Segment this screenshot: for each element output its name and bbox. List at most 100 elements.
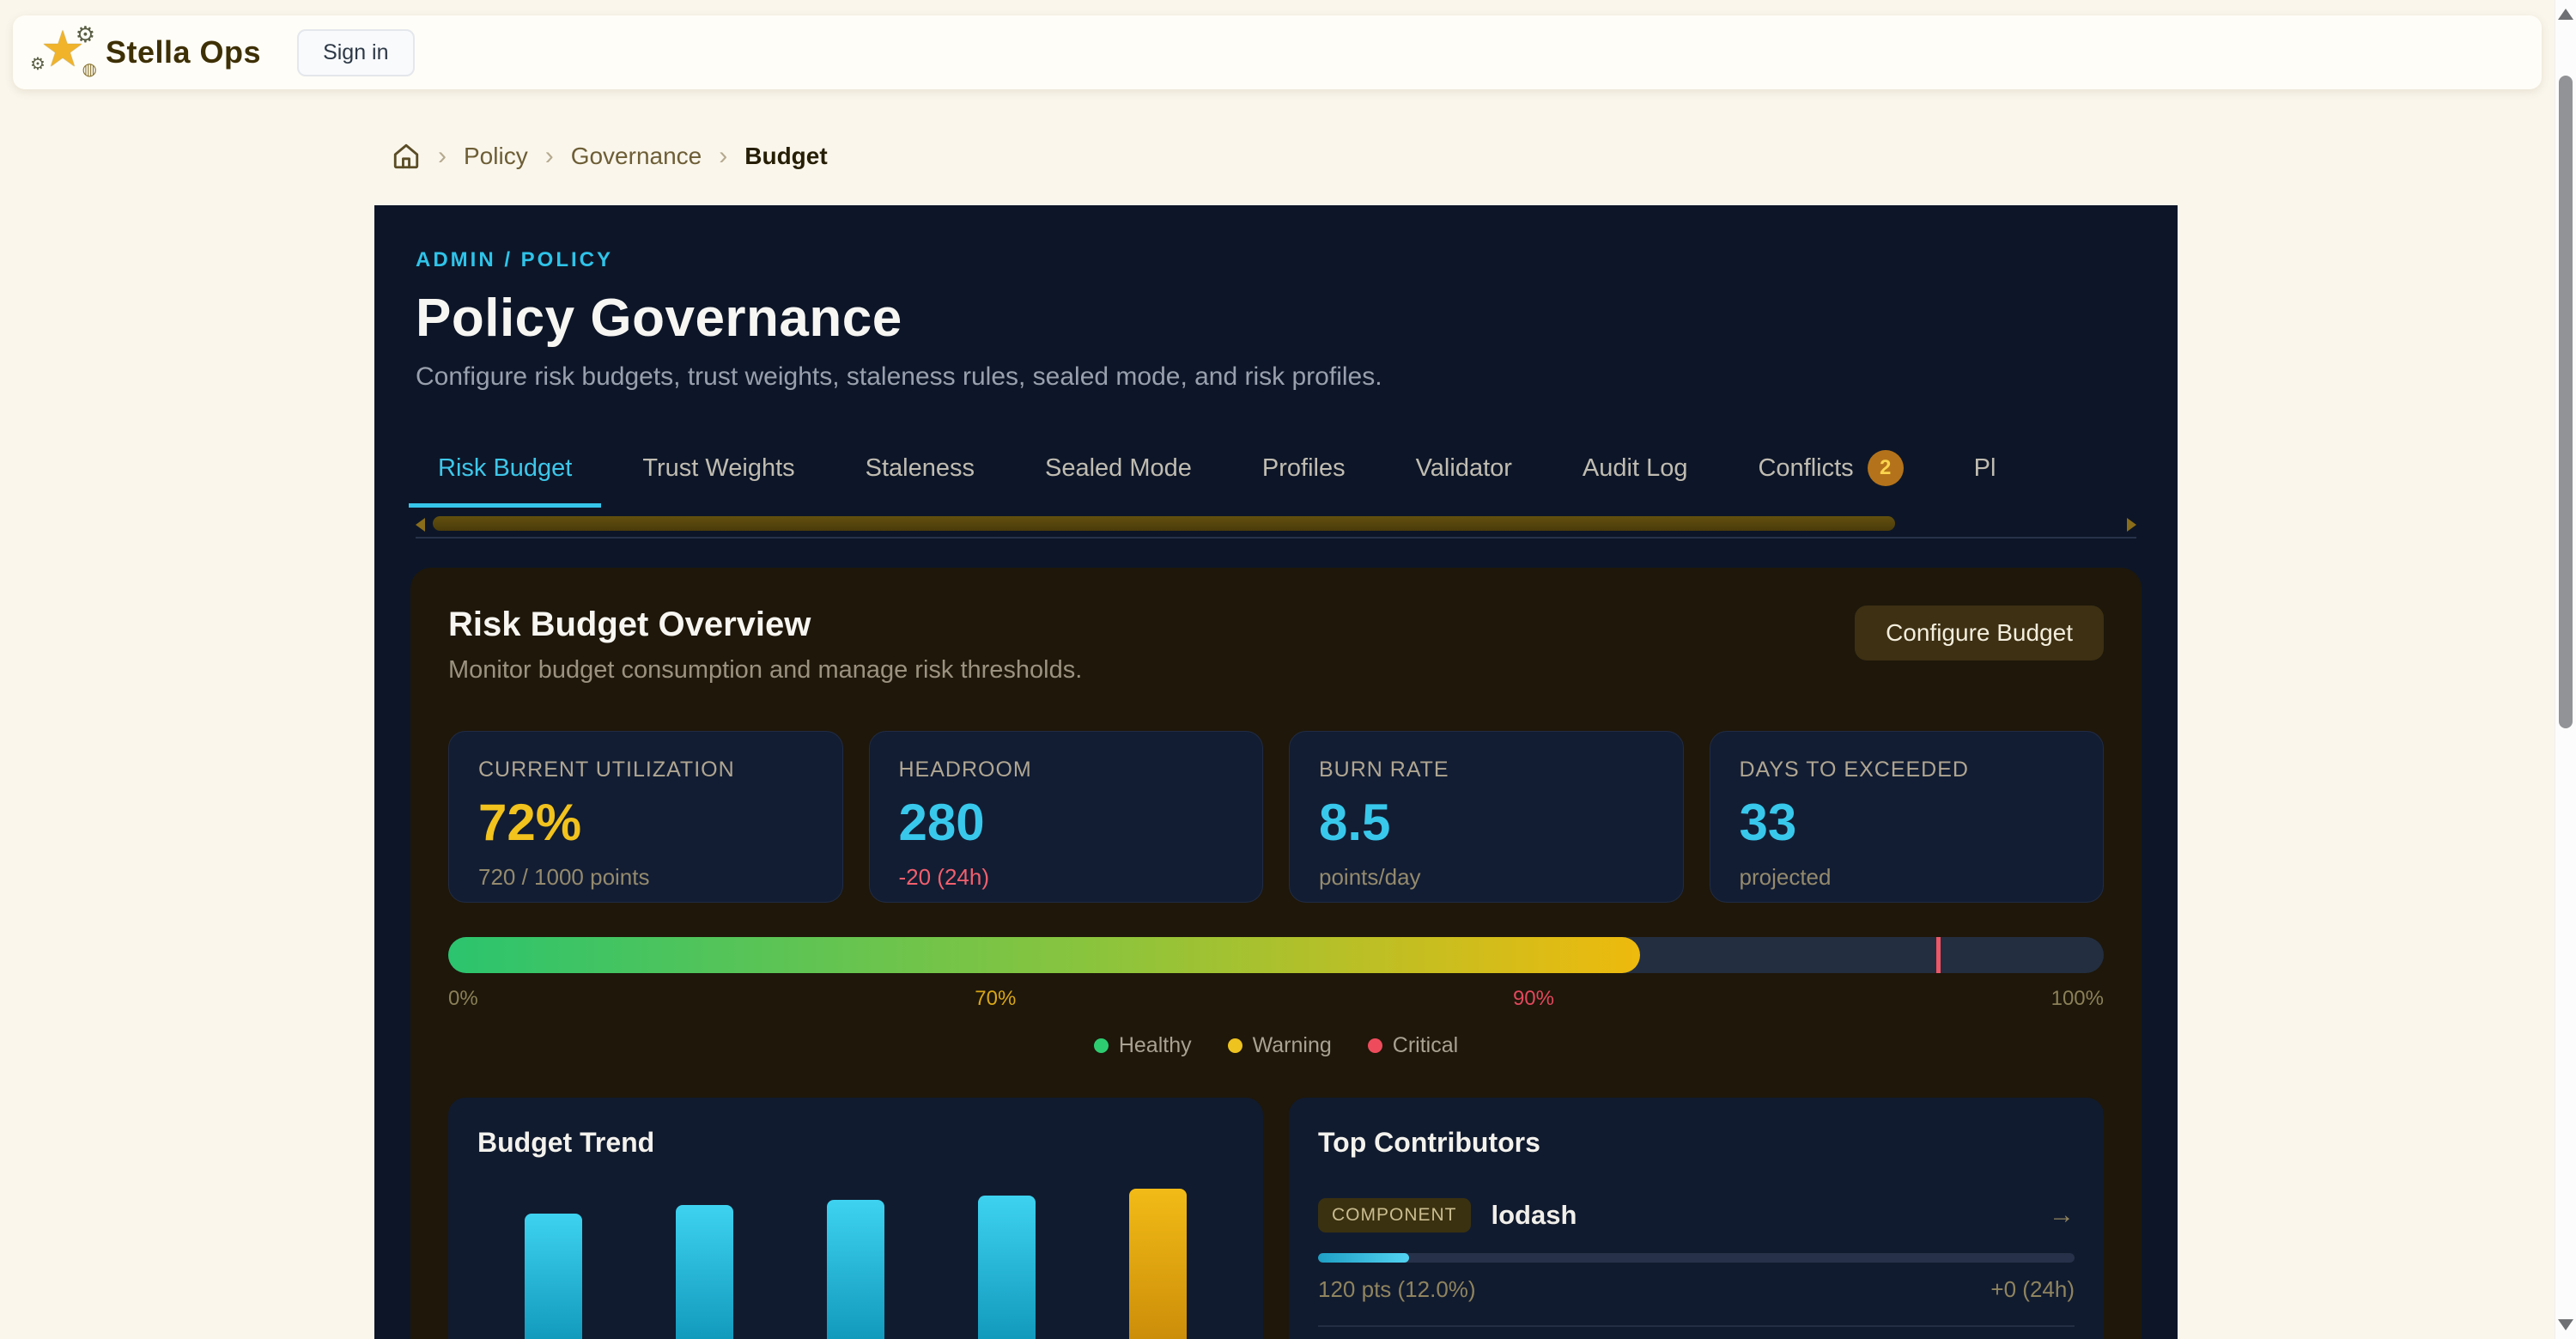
stat-subtext: -20 (24h) (899, 864, 1234, 891)
home-icon[interactable] (392, 142, 421, 171)
contributor-row-cve[interactable]: VULNERABILITY CVE-2024-1234 ↑ 95 pts (9.… (1318, 1325, 2075, 1339)
trend-bar (978, 1196, 1036, 1339)
eyebrow-label: ADMIN / POLICY (416, 248, 2136, 272)
contributor-progress-fill (1318, 1253, 1409, 1263)
gauge-scale-labels: 0% 70% 90% 100% (448, 987, 2104, 1011)
tab-risk-budget[interactable]: Risk Budget (409, 438, 601, 508)
warning-dot-icon (1228, 1038, 1242, 1053)
tab-validator[interactable]: Validator (1387, 438, 1541, 508)
tab-trust-weights[interactable]: Trust Weights (613, 438, 823, 508)
gauge-legend: Healthy Warning Critical (448, 1033, 2104, 1058)
brand-title: Stella Ops (106, 34, 261, 70)
tab-label: Audit Log (1583, 454, 1688, 483)
bar-column: 12/8 (676, 1205, 733, 1339)
critical-dot-icon (1368, 1038, 1382, 1053)
tabs-horizontal-scrollbar[interactable] (416, 516, 2136, 532)
budget-trend-card: Budget Trend 12/1 12/8 12/15 (448, 1098, 1263, 1339)
stat-card-headroom: HEADROOM 280 -20 (24h) (869, 731, 1264, 903)
tab-truncated[interactable]: Pl (1945, 438, 2026, 508)
stat-value: 280 (899, 793, 1234, 852)
sign-in-button[interactable]: Sign in (297, 29, 414, 76)
configure-budget-button[interactable]: Configure Budget (1855, 606, 2104, 660)
scroll-right-arrow-icon[interactable] (2127, 518, 2136, 532)
tab-label: Staleness (866, 454, 975, 483)
gauge-fill (448, 937, 1640, 973)
top-contributors-title: Top Contributors (1318, 1127, 2075, 1159)
stat-card-burn-rate: BURN RATE 8.5 points/day (1289, 731, 1684, 903)
scale-label-70: 70% (975, 987, 1016, 1011)
risk-budget-overview-card: Risk Budget Overview Monitor budget cons… (410, 568, 2142, 1339)
top-bar: ★ ⚙ ⚙ ◍ Stella Ops Sign in (13, 15, 2542, 89)
tab-profiles[interactable]: Profiles (1233, 438, 1375, 508)
legend-item-warning: Warning (1228, 1033, 1332, 1058)
policy-governance-panel: ADMIN / POLICY Policy Governance Configu… (374, 205, 2178, 1339)
budget-utilization-gauge (448, 937, 2104, 973)
tab-label: Trust Weights (642, 454, 794, 483)
tab-audit-log[interactable]: Audit Log (1553, 438, 1717, 508)
magnifier-icon: ◍ (82, 58, 97, 80)
scrollbar-thumb[interactable] (433, 516, 1895, 531)
scroll-up-arrow-icon[interactable] (2558, 9, 2573, 20)
stat-label: HEADROOM (899, 758, 1234, 782)
stat-subtext: projected (1740, 864, 2075, 891)
tab-sealed-mode[interactable]: Sealed Mode (1016, 438, 1221, 508)
trend-bar (676, 1205, 733, 1339)
top-contributors-card: Top Contributors COMPONENT lodash → 120 … (1289, 1098, 2104, 1339)
contributor-progress-track (1318, 1253, 2075, 1263)
stat-subtext: points/day (1319, 864, 1654, 891)
bar-column: 12/29 (1129, 1189, 1187, 1339)
chevron-right-icon: › (438, 143, 447, 169)
stat-label: CURRENT UTILIZATION (478, 758, 813, 782)
gauge-threshold-marker (1936, 937, 1941, 973)
breadcrumb-budget-current: Budget (744, 143, 827, 170)
stat-subtext: 720 / 1000 points (478, 864, 813, 891)
tab-bar-divider (416, 537, 2136, 539)
stat-value: 8.5 (1319, 793, 1654, 852)
browser-vertical-scrollbar[interactable] (2555, 0, 2576, 1339)
tab-label: Validator (1416, 454, 1512, 483)
legend-label: Healthy (1119, 1033, 1192, 1058)
overview-subtitle: Monitor budget consumption and manage ri… (448, 656, 1082, 685)
stat-card-days-to-exceeded: DAYS TO EXCEEDED 33 projected (1710, 731, 2105, 903)
chevron-right-icon: › (719, 143, 727, 169)
contributor-row-lodash[interactable]: COMPONENT lodash → 120 pts (12.0%) +0 (2… (1318, 1179, 2075, 1325)
page-subtitle: Configure risk budgets, trust weights, s… (416, 362, 2136, 392)
gear-icon: ⚙ (30, 53, 46, 75)
stella-ops-logo-icon: ★ ⚙ ⚙ ◍ (37, 25, 92, 80)
contributor-type-badge: COMPONENT (1318, 1198, 1471, 1232)
contributor-points: 120 pts (12.0%) (1318, 1276, 1476, 1303)
budget-trend-title: Budget Trend (477, 1127, 1234, 1159)
trend-flat-arrow-icon: → (2049, 1201, 2075, 1230)
tab-conflicts[interactable]: Conflicts 2 (1728, 438, 1932, 508)
budget-trend-chart: 12/1 12/8 12/15 12/22 (477, 1162, 1234, 1339)
stat-value: 72% (478, 793, 813, 852)
tab-label: Profiles (1262, 454, 1346, 483)
scale-label-100: 100% (2051, 987, 2104, 1011)
trend-bar (525, 1214, 582, 1339)
tab-label: Sealed Mode (1045, 454, 1192, 483)
page-title: Policy Governance (416, 288, 2136, 349)
trend-bar (1129, 1189, 1187, 1339)
breadcrumb-policy[interactable]: Policy (464, 143, 528, 170)
breadcrumb-governance[interactable]: Governance (571, 143, 702, 170)
scroll-left-arrow-icon[interactable] (416, 518, 425, 532)
legend-item-healthy: Healthy (1094, 1033, 1192, 1058)
bar-column: 12/22 (978, 1196, 1036, 1339)
stat-label: BURN RATE (1319, 758, 1654, 782)
page-background: ★ ⚙ ⚙ ◍ Stella Ops Sign in › Policy › Go… (0, 0, 2555, 1339)
scrollbar-thumb[interactable] (2559, 76, 2573, 728)
tab-staleness[interactable]: Staleness (836, 438, 1004, 508)
bar-column: 12/15 (827, 1200, 884, 1339)
legend-label: Warning (1253, 1033, 1332, 1058)
gear-icon: ⚙ (76, 21, 95, 48)
tab-bar: Risk Budget Trust Weights Staleness Seal… (409, 438, 2143, 508)
healthy-dot-icon (1094, 1038, 1109, 1053)
overview-title: Risk Budget Overview (448, 606, 1082, 644)
conflicts-count-badge: 2 (1868, 450, 1904, 486)
scale-label-90: 90% (1513, 987, 1554, 1011)
chevron-right-icon: › (545, 143, 554, 169)
legend-label: Critical (1393, 1033, 1458, 1058)
bar-column: 12/1 (525, 1214, 582, 1339)
breadcrumb: › Policy › Governance › Budget (392, 142, 828, 171)
scroll-down-arrow-icon[interactable] (2558, 1319, 2573, 1330)
